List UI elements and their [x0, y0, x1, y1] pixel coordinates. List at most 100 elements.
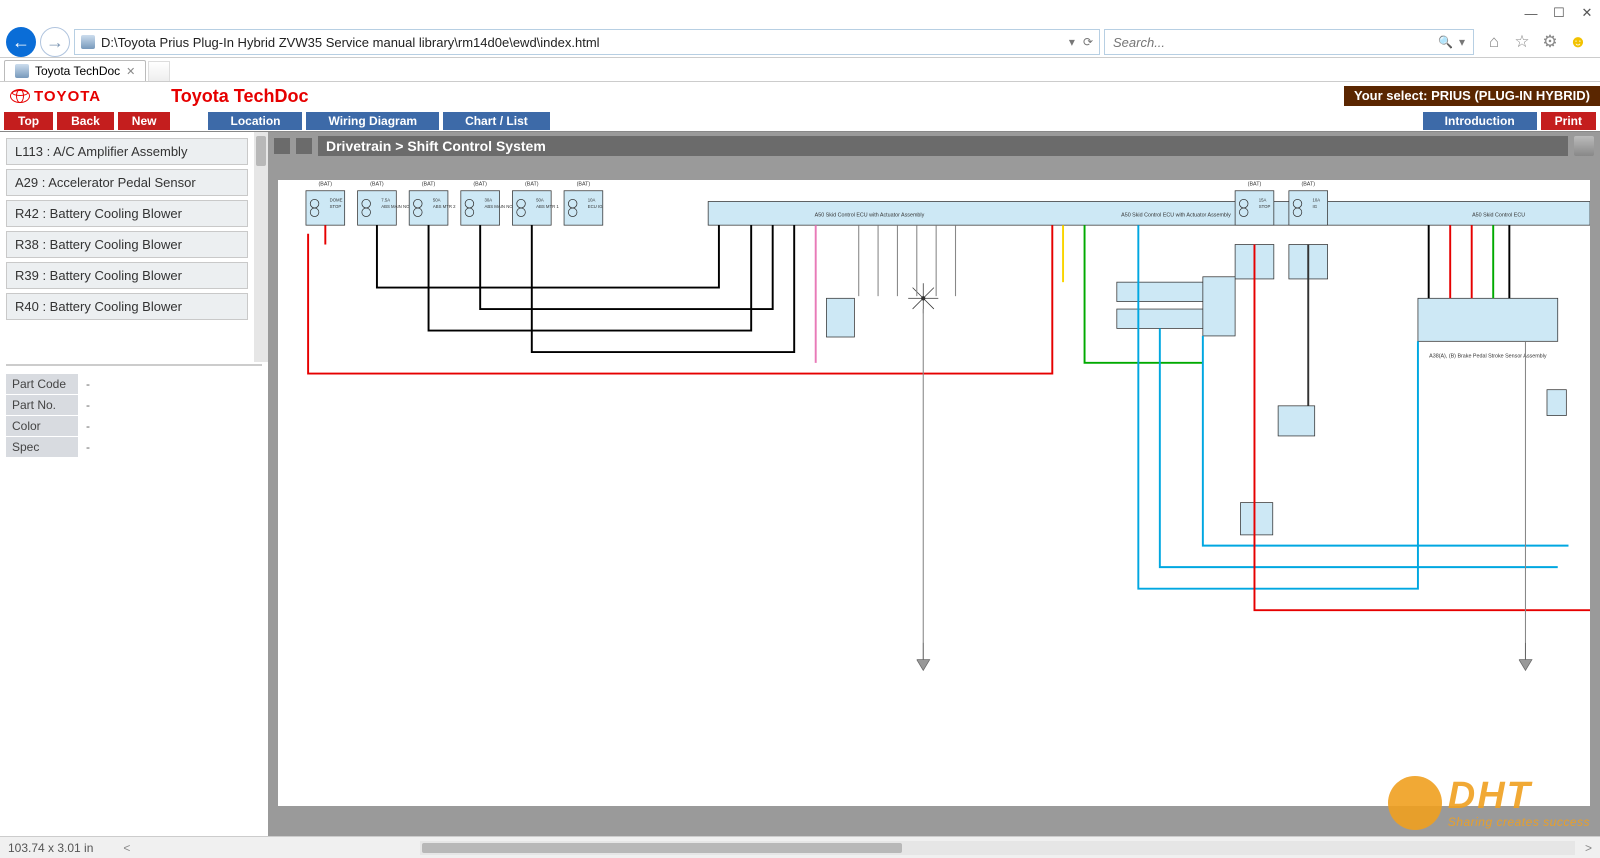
svg-text:10A: 10A — [1313, 198, 1321, 203]
browser-tabs-row: Toyota TechDoc ✕ — [0, 58, 1600, 82]
browser-chrome: — ☐ ✕ ← → D:\Toyota Prius Plug-In Hybrid… — [0, 0, 1600, 58]
print-button[interactable]: Print — [1541, 112, 1596, 130]
browser-tab-active[interactable]: Toyota TechDoc ✕ — [4, 60, 146, 81]
svg-text:(BAT): (BAT) — [525, 181, 539, 187]
chart-list-button[interactable]: Chart / List — [443, 112, 550, 130]
part-code-label: Part Code — [6, 374, 78, 394]
part-code-row: Part Code - — [6, 374, 262, 394]
svg-text:ABS MAIN NO.1: ABS MAIN NO.1 — [484, 204, 516, 209]
nav-forward-button[interactable]: → — [40, 27, 70, 57]
app-header: TOYOTA Toyota TechDoc Your select: PRIUS… — [0, 82, 1600, 110]
browser-tool-icons: ⌂ ☆ ⚙ ☻ — [1478, 32, 1594, 52]
svg-text:(BAT): (BAT) — [1248, 181, 1262, 187]
search-input[interactable] — [1113, 35, 1438, 50]
back-button[interactable]: Back — [57, 112, 114, 130]
part-list-item[interactable]: L113 : A/C Amplifier Assembly — [6, 138, 248, 165]
address-buttons: ▾ ⟳ — [1069, 35, 1093, 49]
favorites-icon[interactable]: ☆ — [1512, 32, 1532, 52]
maximize-button[interactable]: ☐ — [1552, 6, 1566, 20]
part-list-item[interactable]: R38 : Battery Cooling Blower — [6, 231, 248, 258]
introduction-button[interactable]: Introduction — [1423, 112, 1537, 130]
tab-title: Toyota TechDoc — [35, 64, 120, 78]
horizontal-scrollbar[interactable] — [420, 841, 1575, 855]
search-icon[interactable]: 🔍 — [1438, 35, 1453, 49]
dropdown-icon[interactable]: ▾ — [1069, 35, 1075, 49]
wiring-diagram-button[interactable]: Wiring Diagram — [306, 112, 439, 130]
svg-text:ABS MTR 1: ABS MTR 1 — [536, 204, 559, 209]
right-panel-icon[interactable] — [296, 138, 312, 154]
part-list-item[interactable]: R39 : Battery Cooling Blower — [6, 262, 248, 289]
left-panel-icon[interactable] — [274, 138, 290, 154]
refresh-icon[interactable]: ⟳ — [1083, 35, 1093, 49]
scrollbar-thumb[interactable] — [256, 136, 266, 166]
home-icon[interactable]: ⌂ — [1484, 32, 1504, 52]
minimize-button[interactable]: — — [1524, 6, 1538, 20]
color-row: Color - — [6, 416, 262, 436]
new-tab-button[interactable] — [148, 61, 170, 81]
part-no-label: Part No. — [6, 395, 78, 415]
svg-text:STOP: STOP — [1259, 204, 1271, 209]
svg-text:30A: 30A — [484, 198, 492, 203]
svg-text:ABS MTR 2: ABS MTR 2 — [433, 204, 456, 209]
svg-text:(BAT): (BAT) — [370, 181, 384, 187]
app-title: Toyota TechDoc — [111, 86, 308, 107]
vehicle-selection: Your select: PRIUS (PLUG-IN HYBRID) — [1344, 86, 1600, 106]
svg-text:7.5A: 7.5A — [381, 198, 390, 203]
feedback-icon[interactable]: ☻ — [1568, 32, 1588, 52]
close-button[interactable]: ✕ — [1580, 6, 1594, 20]
browser-nav-row: ← → D:\Toyota Prius Plug-In Hybrid ZVW35… — [0, 26, 1600, 58]
search-dropdown-icon[interactable]: ▾ — [1453, 35, 1465, 49]
svg-text:50A: 50A — [433, 198, 441, 203]
watermark-logo-icon — [1388, 776, 1442, 830]
hscroll-thumb[interactable] — [422, 843, 902, 853]
print-diagram-icon[interactable] — [1574, 136, 1594, 156]
toyota-logo-icon — [10, 89, 30, 103]
svg-text:STOP: STOP — [330, 204, 342, 209]
svg-text:IG: IG — [1313, 204, 1318, 209]
svg-text:15A: 15A — [1259, 198, 1267, 203]
toyota-brand-text: TOYOTA — [34, 88, 101, 105]
top-button[interactable]: Top — [4, 112, 53, 130]
svg-text:DOME: DOME — [330, 198, 343, 203]
nav-back-button[interactable]: ← — [6, 27, 36, 57]
part-list-item[interactable]: A29 : Accelerator Pedal Sensor — [6, 169, 248, 196]
toyota-logo: TOYOTA — [0, 88, 111, 105]
watermark: DHT Sharing creates success — [1388, 776, 1590, 830]
tab-close-icon[interactable]: ✕ — [126, 65, 135, 78]
part-info-table: Part Code - Part No. - Color - Spec - — [6, 374, 262, 458]
address-bar[interactable]: D:\Toyota Prius Plug-In Hybrid ZVW35 Ser… — [74, 29, 1100, 55]
breadcrumb-bar: Drivetrain > Shift Control System — [268, 132, 1600, 160]
svg-text:50A: 50A — [536, 198, 544, 203]
hscroll-right-icon[interactable]: > — [1585, 841, 1592, 855]
svg-text:A50 Skid Control ECU: A50 Skid Control ECU — [1472, 213, 1525, 219]
window-titlebar: — ☐ ✕ — [0, 0, 1600, 26]
spec-row: Spec - — [6, 437, 262, 457]
diagram-canvas[interactable]: A50 Skid Control ECU with Actuator Assem… — [278, 180, 1590, 806]
status-bar: 103.74 x 3.01 in < > — [0, 836, 1600, 858]
part-list-item[interactable]: R42 : Battery Cooling Blower — [6, 200, 248, 227]
svg-text:A50 Skid Control ECU with Act: A50 Skid Control ECU with Actuator Assem… — [815, 213, 925, 219]
address-text: D:\Toyota Prius Plug-In Hybrid ZVW35 Ser… — [101, 35, 1063, 50]
diagram-viewport[interactable]: A50 Skid Control ECU with Actuator Assem… — [268, 160, 1600, 836]
app-toolbar: Top Back New Location Wiring Diagram Cha… — [0, 110, 1600, 132]
svg-text:(BAT): (BAT) — [473, 181, 487, 187]
breadcrumb-text: Drivetrain > Shift Control System — [318, 136, 1568, 156]
color-value: - — [78, 416, 98, 436]
new-button[interactable]: New — [118, 112, 171, 130]
svg-text:(BAT): (BAT) — [319, 181, 333, 187]
watermark-sub: Sharing creates success — [1448, 815, 1590, 829]
main-area: L113 : A/C Amplifier Assembly A29 : Acce… — [0, 132, 1600, 836]
hscroll-left-icon[interactable]: < — [123, 841, 130, 855]
status-dimensions: 103.74 x 3.01 in — [8, 841, 93, 855]
part-code-value: - — [78, 374, 98, 394]
svg-text:A50 Skid Control ECU with Act: A50 Skid Control ECU with Actuator Assem… — [1121, 213, 1231, 219]
page-favicon-icon — [81, 35, 95, 49]
location-button[interactable]: Location — [208, 112, 302, 130]
spec-label: Spec — [6, 437, 78, 457]
part-list-scrollbar[interactable] — [254, 132, 268, 362]
part-list-item[interactable]: R40 : Battery Cooling Blower — [6, 293, 248, 320]
part-no-value: - — [78, 395, 98, 415]
settings-icon[interactable]: ⚙ — [1540, 32, 1560, 52]
search-bar[interactable]: 🔍 ▾ — [1104, 29, 1474, 55]
svg-text:ECU IG: ECU IG — [588, 204, 603, 209]
